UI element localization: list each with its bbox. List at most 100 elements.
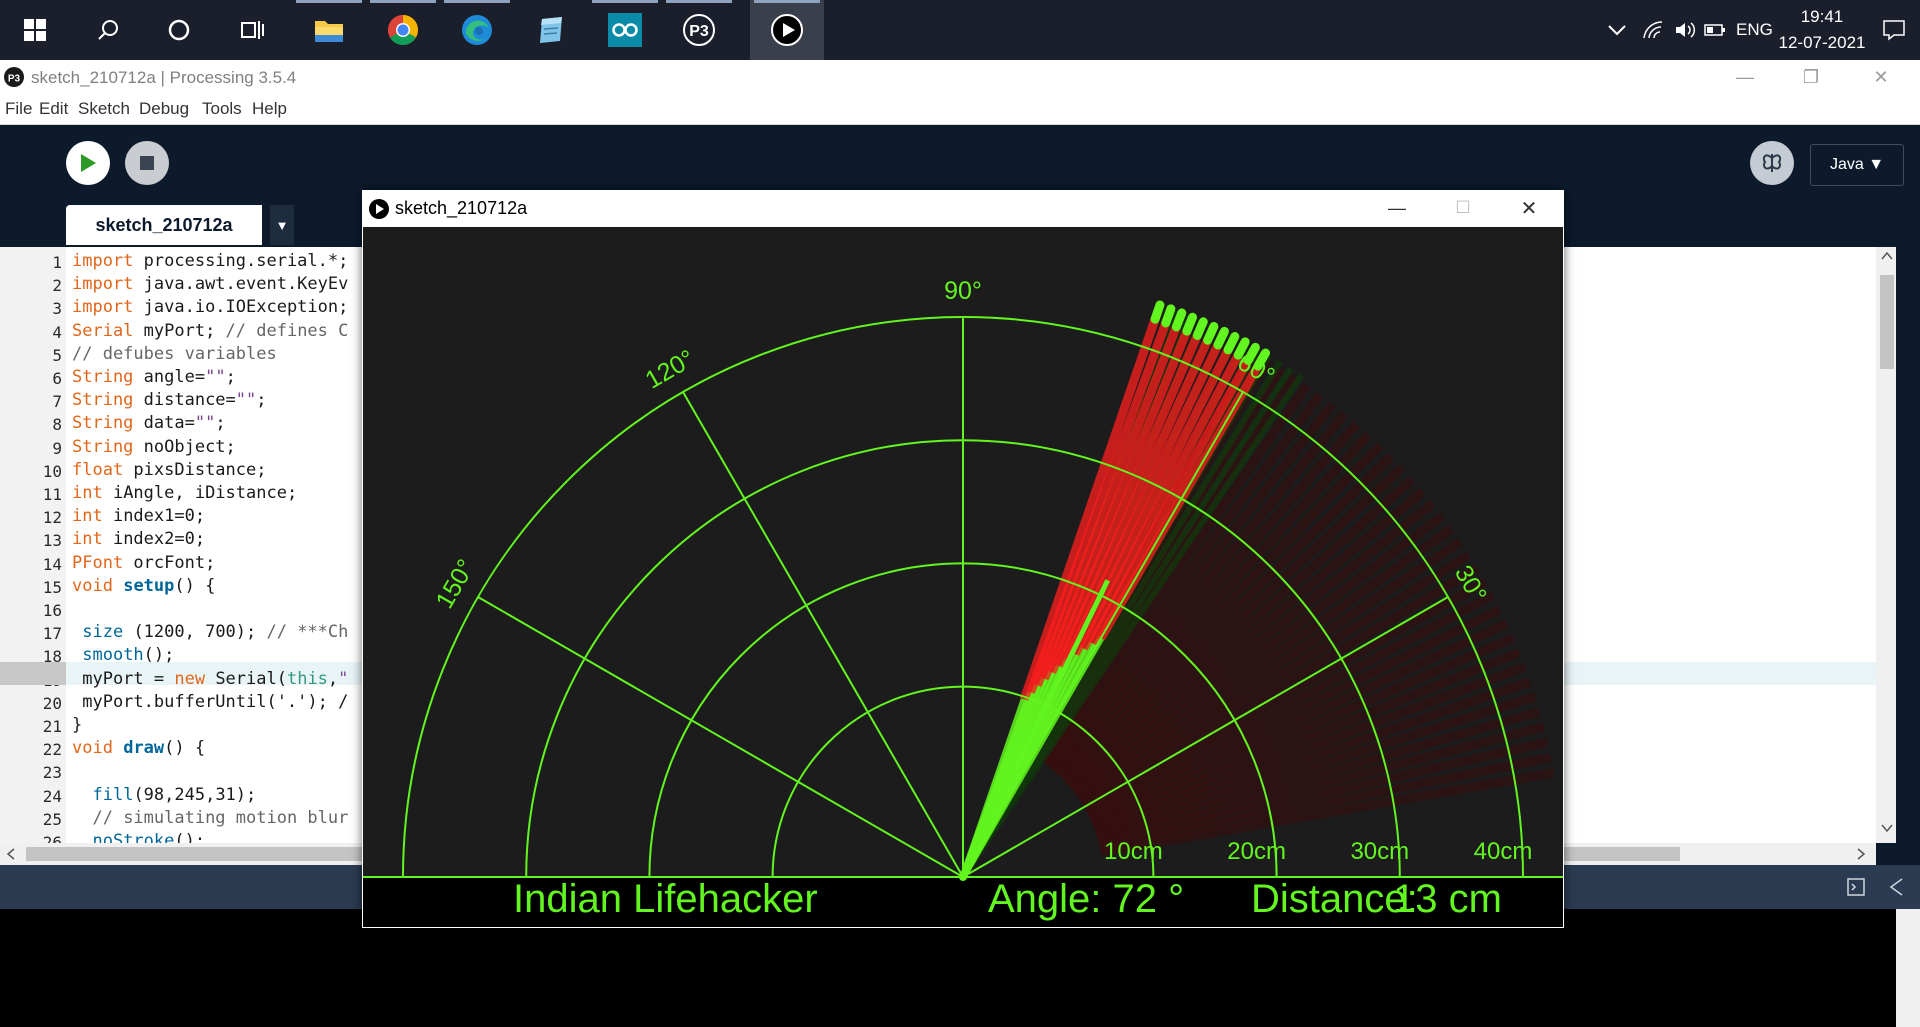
code-line: void setup() { (72, 575, 216, 596)
line-number: 16 (42, 601, 62, 620)
code-line: int index2=0; (72, 529, 206, 550)
chevron-up-icon[interactable] (1602, 0, 1632, 60)
code-line: // defubes variables (72, 343, 277, 364)
search-icon[interactable] (70, 0, 146, 60)
line-number: 7 (52, 392, 62, 412)
console-scrollbar[interactable] (1896, 909, 1920, 1027)
scroll-left-icon[interactable] (6, 848, 16, 860)
console-icon[interactable] (1846, 877, 1866, 897)
code-line: smooth(); (82, 645, 175, 666)
svg-text:P3: P3 (8, 74, 21, 85)
wifi-icon[interactable] (1638, 0, 1668, 60)
sketch-minimize-icon[interactable]: — (1372, 190, 1422, 226)
code-line: PFont orcFont; (72, 552, 216, 573)
distance-label-30: 30cm (1350, 838, 1409, 865)
collapse-console-icon[interactable] (1888, 877, 1904, 897)
sketch-maximize-icon[interactable]: ☐ (1438, 190, 1488, 226)
chrome-icon[interactable] (366, 0, 440, 60)
line-number: 12 (42, 508, 62, 528)
sweep-tip (1150, 300, 1165, 324)
edge-icon[interactable] (440, 0, 514, 60)
cortana-icon[interactable] (146, 0, 212, 60)
svg-text:P3: P3 (689, 23, 709, 40)
sweep-tip (1192, 317, 1208, 341)
line-number: 2 (52, 276, 62, 296)
file-explorer-icon[interactable] (292, 0, 366, 60)
task-view-icon[interactable] (214, 0, 290, 60)
line-number: 8 (52, 415, 62, 435)
code-line: } (72, 715, 83, 735)
sweep-tip (1161, 304, 1176, 328)
line-number: 6 (52, 369, 62, 388)
code-line: myPort = new Serial(this," (72, 668, 349, 689)
language-indicator[interactable]: ENG (1736, 20, 1773, 40)
tab-sketch[interactable]: sketch_210712a (66, 205, 262, 245)
line-number: 21 (42, 717, 62, 736)
menu-file[interactable]: File (5, 99, 32, 119)
menu-edit[interactable]: Edit (39, 99, 68, 119)
processing-icon[interactable]: P3 (662, 0, 736, 60)
minimize-icon[interactable]: — (1716, 60, 1774, 94)
sketch-close-icon[interactable]: ✕ (1504, 190, 1554, 226)
sketch-window-title: sketch_210712a (395, 198, 528, 218)
line-number: 23 (42, 763, 62, 783)
scroll-down-icon[interactable] (1881, 823, 1893, 833)
distance-label-10: 10cm (1104, 838, 1163, 865)
run-button[interactable] (66, 141, 110, 185)
sweep-tip (1182, 312, 1198, 336)
sweep-tip (1223, 332, 1240, 355)
line-number: 11 (42, 485, 62, 504)
scroll-right-icon[interactable] (1856, 848, 1866, 860)
footer-angle: Angle: 72 ° (988, 877, 1184, 921)
stop-button[interactable] (125, 141, 169, 185)
volume-icon[interactable] (1670, 0, 1700, 60)
code-line: Serial myPort; // defines C (72, 320, 349, 341)
menu-debug[interactable]: Debug (139, 99, 189, 119)
code-line: int index1=0; (72, 506, 206, 527)
footer-distance-value: 13 cm (1393, 877, 1502, 921)
code-line: String distance=""; (72, 390, 267, 411)
distance-label-40: 40cm (1474, 838, 1533, 865)
ide-title-bar: P3 sketch_210712a | Processing 3.5.4 — ❐… (0, 60, 1920, 94)
code-line: void draw() { (72, 738, 206, 759)
processing-sketch-icon[interactable] (750, 0, 824, 60)
menu-tools[interactable]: Tools (202, 99, 242, 119)
code-line: myPort.bufferUntil('.'); / (72, 691, 349, 712)
notification-icon[interactable] (1874, 0, 1914, 60)
windows-start-icon[interactable] (0, 0, 70, 60)
sweep-tip (1203, 321, 1219, 345)
sketch-window-icon (369, 199, 389, 219)
debugger-button[interactable] (1750, 141, 1794, 185)
mode-selector[interactable]: Java ▼ (1810, 144, 1904, 186)
line-number: 14 (42, 554, 62, 574)
clock-date[interactable]: 12-07-2021 (1770, 33, 1874, 53)
restore-icon[interactable]: ❐ (1782, 60, 1840, 94)
current-line-gutter (0, 662, 66, 685)
menu-help[interactable]: Help (252, 99, 287, 119)
line-number: 10 (42, 461, 62, 481)
battery-icon[interactable] (1700, 0, 1730, 60)
angle-label-90: 90° (944, 277, 982, 305)
line-number: 13 (42, 531, 62, 551)
notepad-icon[interactable] (514, 0, 588, 60)
footer-name: Indian Lifehacker (513, 877, 818, 921)
code-line: String data=""; (72, 413, 226, 434)
line-number: 9 (52, 438, 62, 458)
tab-menu-button[interactable]: ▼ (270, 205, 294, 245)
close-icon[interactable]: ✕ (1852, 60, 1910, 94)
menu-sketch[interactable]: Sketch (78, 99, 130, 119)
code-line: String noObject; (72, 436, 236, 457)
distance-label-20: 20cm (1227, 838, 1286, 865)
vertical-scroll-thumb[interactable] (1880, 275, 1894, 369)
clock-time[interactable]: 19:41 (1782, 7, 1862, 27)
sweep-tip (1213, 326, 1229, 350)
radar-canvas[interactable]: 30° 60° 90° 120° 150° 10cm 20cm 30cm 40c… (363, 227, 1563, 927)
play-icon (81, 154, 96, 172)
line-number: 22 (42, 740, 62, 760)
code-line: int iAngle, iDistance; (72, 483, 298, 503)
radar-origin (959, 873, 967, 881)
scroll-up-icon[interactable] (1881, 251, 1893, 261)
code-line: import java.awt.event.KeyEv (72, 274, 349, 295)
arduino-icon[interactable] (588, 0, 662, 60)
code-line: import java.io.IOException; (72, 297, 349, 318)
